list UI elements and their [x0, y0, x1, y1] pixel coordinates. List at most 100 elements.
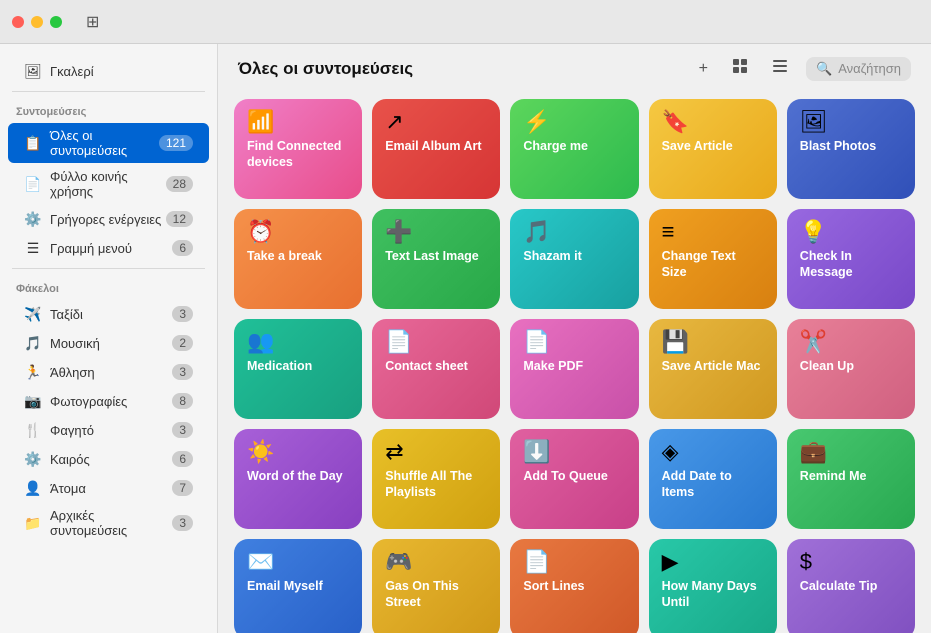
sidebar-item-quick-actions[interactable]: ⚙️ Γρήγορες ενέργειες 12	[8, 205, 209, 233]
sidebar-item-music[interactable]: 🎵 Μουσική 2	[8, 329, 209, 357]
shared-sheet-label: Φύλλο κοινής χρήσης	[50, 169, 166, 199]
travel-label: Ταξίδι	[50, 307, 172, 322]
shortcut-card[interactable]: ☀️Word of the Day	[234, 429, 362, 529]
shortcut-card[interactable]: ▶ How Many Days Until	[649, 539, 777, 633]
shortcut-card[interactable]: 📄 Contact sheet	[372, 319, 500, 419]
sidebar-item-sports[interactable]: 🏃 Άθληση 3	[8, 358, 209, 386]
shortcut-card[interactable]: $Calculate Tip	[787, 539, 915, 633]
travel-icon: ✈️	[24, 305, 42, 323]
main-header: Όλες οι συντομεύσεις + 🔍 Αναζήτηση	[218, 44, 931, 93]
weather-label: Καιρός	[50, 452, 172, 467]
card-icon: ➕	[385, 221, 487, 243]
card-icon: ⇄	[385, 441, 487, 463]
card-label: Make PDF	[523, 359, 625, 375]
people-icon: 👤	[24, 479, 42, 497]
shortcut-card[interactable]: ✂️Clean Up	[787, 319, 915, 419]
shared-sheet-icon: 📄	[24, 175, 42, 193]
photos-label: Φωτογραφίες	[50, 394, 172, 409]
card-label: Change Text Size	[662, 249, 764, 280]
search-placeholder: Αναζήτηση	[838, 61, 901, 76]
music-count: 2	[172, 335, 193, 351]
travel-count: 3	[172, 306, 193, 322]
gallery-label: Γκαλερί	[50, 64, 193, 79]
all-shortcuts-icon: 📋	[24, 134, 42, 152]
maximize-button[interactable]	[50, 16, 62, 28]
music-icon: 🎵	[24, 334, 42, 352]
shortcut-card[interactable]: 🖼Blast Photos	[787, 99, 915, 199]
shortcut-card[interactable]: 📄Make PDF	[510, 319, 638, 419]
sidebar-item-shared-sheet[interactable]: 📄 Φύλλο κοινής χρήσης 28	[8, 164, 209, 204]
card-icon: 🔖	[662, 111, 764, 133]
sports-icon: 🏃	[24, 363, 42, 381]
minimize-button[interactable]	[31, 16, 43, 28]
shortcut-card[interactable]: 🎮Gas On This Street	[372, 539, 500, 633]
card-label: Email Album Art	[385, 139, 487, 155]
shortcut-card[interactable]: ➕ Text Last Image	[372, 209, 500, 309]
search-box[interactable]: 🔍 Αναζήτηση	[806, 57, 911, 81]
sports-count: 3	[172, 364, 193, 380]
shortcut-card[interactable]: ◈Add Date to Items	[649, 429, 777, 529]
sidebar-item-starter-shortcuts[interactable]: 📁 Αρχικές συντομεύσεις 3	[8, 503, 209, 543]
traffic-lights	[12, 16, 62, 28]
sidebar-item-people[interactable]: 👤 Άτομα 7	[8, 474, 209, 502]
close-button[interactable]	[12, 16, 24, 28]
shortcut-card[interactable]: ⇄ Shuffle All The Playlists	[372, 429, 500, 529]
food-label: Φαγητό	[50, 423, 172, 438]
shortcut-card[interactable]: 💡Check In Message	[787, 209, 915, 309]
shortcut-card[interactable]: 👥Medication	[234, 319, 362, 419]
page-title: Όλες οι συντομεύσεις	[238, 59, 681, 79]
card-label: Find Connected devices	[247, 139, 349, 170]
sidebar-item-food[interactable]: 🍴 Φαγητό 3	[8, 416, 209, 444]
card-icon: ▶	[662, 551, 764, 573]
food-icon: 🍴	[24, 421, 42, 439]
sidebar-toggle-button[interactable]: ⊞	[86, 12, 99, 32]
shortcut-card[interactable]: 🎵Shazam it	[510, 209, 638, 309]
card-icon: ✉️	[247, 551, 349, 573]
shared-sheet-count: 28	[166, 176, 193, 192]
card-icon: 💡	[800, 221, 902, 243]
starter-shortcuts-icon: 📁	[24, 514, 42, 532]
card-label: Shazam it	[523, 249, 625, 265]
sidebar-item-photos[interactable]: 📷 Φωτογραφίες 8	[8, 387, 209, 415]
card-label: Contact sheet	[385, 359, 487, 375]
shortcut-card[interactable]: ✉️Email Myself	[234, 539, 362, 633]
card-icon: ◈	[662, 441, 764, 463]
card-icon: 📶	[247, 111, 349, 133]
sidebar-item-menu-bar[interactable]: ☰ Γραμμή μενού 6	[8, 234, 209, 262]
card-label: Shuffle All The Playlists	[385, 469, 487, 500]
titlebar: ⊞	[0, 0, 931, 44]
card-label: How Many Days Until	[662, 579, 764, 610]
all-shortcuts-count: 121	[159, 135, 193, 151]
card-label: Clean Up	[800, 359, 902, 375]
gallery-icon: 🖼	[24, 62, 42, 80]
add-button[interactable]: +	[693, 56, 714, 82]
shortcut-card[interactable]: ↗Email Album Art	[372, 99, 500, 199]
photos-icon: 📷	[24, 392, 42, 410]
card-label: Save Article Mac	[662, 359, 764, 375]
shortcut-card[interactable]: 🔖Save Article	[649, 99, 777, 199]
list-view-button[interactable]	[766, 54, 794, 83]
sidebar-item-all-shortcuts[interactable]: 📋 Όλες οι συντομεύσεις 121	[8, 123, 209, 163]
shortcut-card[interactable]: ⏰Take a break	[234, 209, 362, 309]
search-icon: 🔍	[816, 61, 832, 77]
shortcut-card[interactable]: ⚡Charge me	[510, 99, 638, 199]
shortcut-card[interactable]: 💾Save Article Mac	[649, 319, 777, 419]
card-label: Add To Queue	[523, 469, 625, 485]
card-icon: ⚡	[523, 111, 625, 133]
shortcut-card[interactable]: 📶 Find Connected devices	[234, 99, 362, 199]
card-label: Text Last Image	[385, 249, 487, 265]
shortcut-card[interactable]: 💼Remind Me	[787, 429, 915, 529]
shortcut-card[interactable]: ⬇️Add To Queue	[510, 429, 638, 529]
card-icon: $	[800, 551, 902, 573]
shortcut-card[interactable]: 📄Sort Lines	[510, 539, 638, 633]
card-icon: 📄	[385, 331, 487, 353]
shortcut-card[interactable]: ≡Change Text Size	[649, 209, 777, 309]
sidebar-item-gallery[interactable]: 🖼 Γκαλερί	[8, 57, 209, 85]
quick-actions-count: 12	[166, 211, 193, 227]
card-label: Medication	[247, 359, 349, 375]
sidebar-item-weather[interactable]: ⚙️ Καιρός 6	[8, 445, 209, 473]
sidebar-item-travel[interactable]: ✈️ Ταξίδι 3	[8, 300, 209, 328]
grid-view-button[interactable]	[726, 54, 754, 83]
sidebar-divider-1	[12, 91, 205, 92]
menu-bar-count: 6	[172, 240, 193, 256]
